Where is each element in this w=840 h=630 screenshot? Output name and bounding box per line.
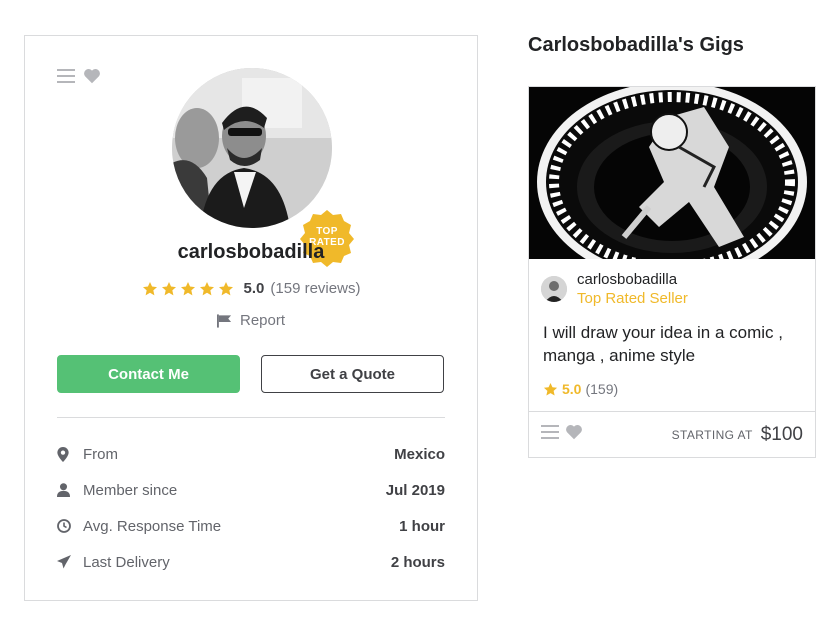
seller-profile-card: TOP RATED carlosbobadilla 5.0 (159 revie…: [24, 35, 478, 601]
location-pin-icon: [57, 446, 83, 462]
gig-seller-info: carlosbobadilla Top Rated Seller: [541, 271, 688, 307]
gig-seller-name[interactable]: carlosbobadilla: [577, 271, 688, 288]
report-label: Report: [239, 312, 286, 329]
gig-price[interactable]: $100: [761, 424, 803, 446]
stat-response-time: Avg. Response Time 1 hour: [57, 508, 445, 544]
seller-avatar[interactable]: [172, 68, 332, 228]
report-link[interactable]: Report: [25, 312, 477, 329]
badge-line-top: TOP: [316, 226, 338, 237]
gig-seller-text: carlosbobadilla Top Rated Seller: [577, 271, 688, 307]
gig-rating-count: (159): [585, 381, 619, 397]
heart-icon[interactable]: [565, 424, 583, 445]
get-a-quote-button[interactable]: Get a Quote: [261, 355, 444, 393]
gig-seller-avatar[interactable]: [541, 276, 567, 302]
star-icon: [180, 281, 195, 295]
gig-actions: [541, 424, 672, 445]
rating-stars: [142, 281, 234, 297]
gig-seller-level: Top Rated Seller: [577, 290, 688, 307]
stat-from: From Mexico: [57, 436, 445, 472]
star-icon: [161, 281, 176, 295]
contact-me-button[interactable]: Contact Me: [57, 355, 240, 393]
stat-value: Mexico: [394, 445, 445, 463]
list-icon[interactable]: [541, 424, 559, 445]
flag-icon: [216, 313, 232, 328]
divider: [57, 417, 445, 418]
gig-rating-score: 5.0: [562, 381, 582, 397]
stat-label: From: [83, 445, 118, 463]
price-label: STARTING AT: [671, 427, 753, 442]
gigs-section-title: Carlosbobadilla's Gigs: [528, 34, 744, 56]
paper-plane-icon: [57, 555, 83, 569]
seller-stats: From Mexico Member since Jul 2019 Avg. R…: [57, 436, 445, 580]
list-icon[interactable]: [57, 68, 75, 89]
stat-member-since: Member since Jul 2019: [57, 472, 445, 508]
stat-value: 1 hour: [399, 517, 445, 535]
seller-username[interactable]: carlosbobadilla: [25, 241, 477, 264]
user-icon: [57, 483, 83, 497]
gig-card[interactable]: carlosbobadilla Top Rated Seller I will …: [528, 86, 816, 458]
star-icon: [543, 382, 558, 395]
star-icon: [199, 281, 214, 295]
profile-card-actions: [57, 68, 101, 89]
stat-label: Last Delivery: [83, 553, 170, 571]
rating-count[interactable]: (159 reviews): [270, 280, 360, 297]
stat-label: Avg. Response Time: [83, 517, 222, 535]
gig-thumbnail[interactable]: [529, 87, 815, 259]
stat-value: 2 hours: [390, 553, 445, 571]
gig-title-link[interactable]: I will draw your idea in a comic , manga…: [543, 321, 803, 367]
gig-rating: 5.0 (159): [543, 381, 618, 397]
rating-score: 5.0: [243, 280, 265, 297]
stat-label: Member since: [83, 481, 178, 499]
seller-avatar-wrapper: TOP RATED: [172, 68, 354, 267]
star-icon: [218, 281, 233, 295]
star-icon: [142, 281, 157, 295]
gig-footer: STARTING AT $100: [529, 411, 815, 457]
heart-icon[interactable]: [83, 68, 101, 89]
stat-last-delivery: Last Delivery 2 hours: [57, 544, 445, 580]
seller-rating: 5.0 (159 reviews): [25, 280, 477, 297]
stat-value: Jul 2019: [385, 481, 445, 499]
clock-icon: [57, 519, 83, 533]
